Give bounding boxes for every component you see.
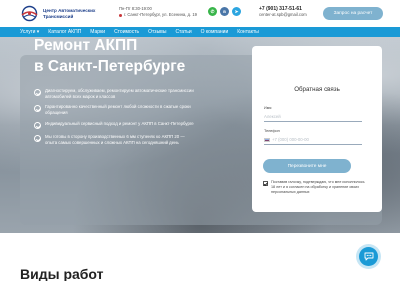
hero-title-line1: Ремонт АКПП xyxy=(34,37,138,54)
name-input[interactable]: Алексей xyxy=(264,112,362,122)
header: Центр Автоматических Трансмиссий Пн-Пт 8… xyxy=(0,0,400,27)
social-links: ✆ в ➤ xyxy=(208,7,241,16)
name-placeholder: Алексей xyxy=(264,114,281,119)
chat-widget-button[interactable] xyxy=(359,247,378,266)
feature-item: Диагностируем, обслуживаем, ремонтируем … xyxy=(34,88,194,99)
name-label: Имя xyxy=(264,106,272,110)
feature-list: Диагностируем, обслуживаем, ремонтируем … xyxy=(34,88,194,150)
check-circle-icon xyxy=(34,121,41,129)
page: Центр Автоматических Трансмиссий Пн-Пт 8… xyxy=(0,0,400,281)
whatsapp-icon[interactable]: ✆ xyxy=(208,7,217,16)
telegram-icon[interactable]: ➤ xyxy=(232,7,241,16)
phone-label: Телефон xyxy=(264,129,280,133)
check-circle-icon xyxy=(34,89,41,96)
consent-checkbox[interactable] xyxy=(263,180,268,186)
callback-form: Обратная связь Имя Алексей Телефон +7 (0… xyxy=(252,46,382,212)
section-title: Виды работ xyxy=(20,266,104,281)
working-hours: Пн-Пт 8:30-19:00 г. Санкт-Петербург, ул.… xyxy=(119,6,197,18)
logo-text: Центр Автоматических Трансмиссий xyxy=(43,8,96,19)
russia-flag-icon[interactable] xyxy=(264,137,270,142)
location-pin-icon xyxy=(119,13,122,17)
logo-icon xyxy=(21,5,38,22)
header-contacts: +7 (901) 317-51-61 center-at.spb@gmail.c… xyxy=(259,6,307,18)
email-link[interactable]: center-at.spb@gmail.com xyxy=(259,12,307,18)
nav-item-about[interactable]: О компании xyxy=(201,29,229,35)
address-text: г. Санкт-Петербург, ул. Есенина, д. 19 xyxy=(124,12,197,17)
nav-item-contacts[interactable]: Контакты xyxy=(237,29,259,35)
address-row: г. Санкт-Петербург, ул. Есенина, д. 19 xyxy=(119,12,197,18)
request-quote-button[interactable]: Запрос на расчет xyxy=(323,7,383,20)
check-circle-icon xyxy=(34,105,41,113)
hero-title-line2: в Санкт-Петербурге xyxy=(34,58,186,75)
chat-icon xyxy=(364,252,373,261)
phone-input[interactable]: +7 (000) 000-00-00 xyxy=(264,135,362,145)
logo[interactable]: Центр Автоматических Трансмиссий xyxy=(20,5,99,22)
phone-placeholder: +7 (000) 000-00-00 xyxy=(272,137,309,142)
consent-checkbox-row[interactable]: Поставив галочку, подтверждаю, что мне и… xyxy=(263,180,367,194)
feature-text: Диагностируем, обслуживаем, ремонтируем … xyxy=(45,88,194,99)
check-circle-icon xyxy=(34,134,41,142)
consent-text: Поставив галочку, подтверждаю, что мне и… xyxy=(271,180,365,194)
feature-item: Индивидуальный сервисный подход и ремонт… xyxy=(34,121,194,129)
hero-title: Ремонт АКПП в Санкт-Петербурге xyxy=(34,35,185,77)
callback-submit-button[interactable]: Перезвоните мне xyxy=(263,159,351,173)
feature-item: Мы готовы в сторону производственных 6 м… xyxy=(34,134,194,145)
vk-icon[interactable]: в xyxy=(220,7,229,16)
form-title: Обратная связь xyxy=(294,86,340,93)
feature-text: Мы готовы в сторону производственных 6 м… xyxy=(45,133,185,145)
feature-text: Гарантированно качественный ремонт любой… xyxy=(45,104,191,116)
feature-item: Гарантированно качественный ремонт любой… xyxy=(34,104,194,115)
feature-text: Индивидуальный сервисный подход и ремонт… xyxy=(45,120,194,126)
